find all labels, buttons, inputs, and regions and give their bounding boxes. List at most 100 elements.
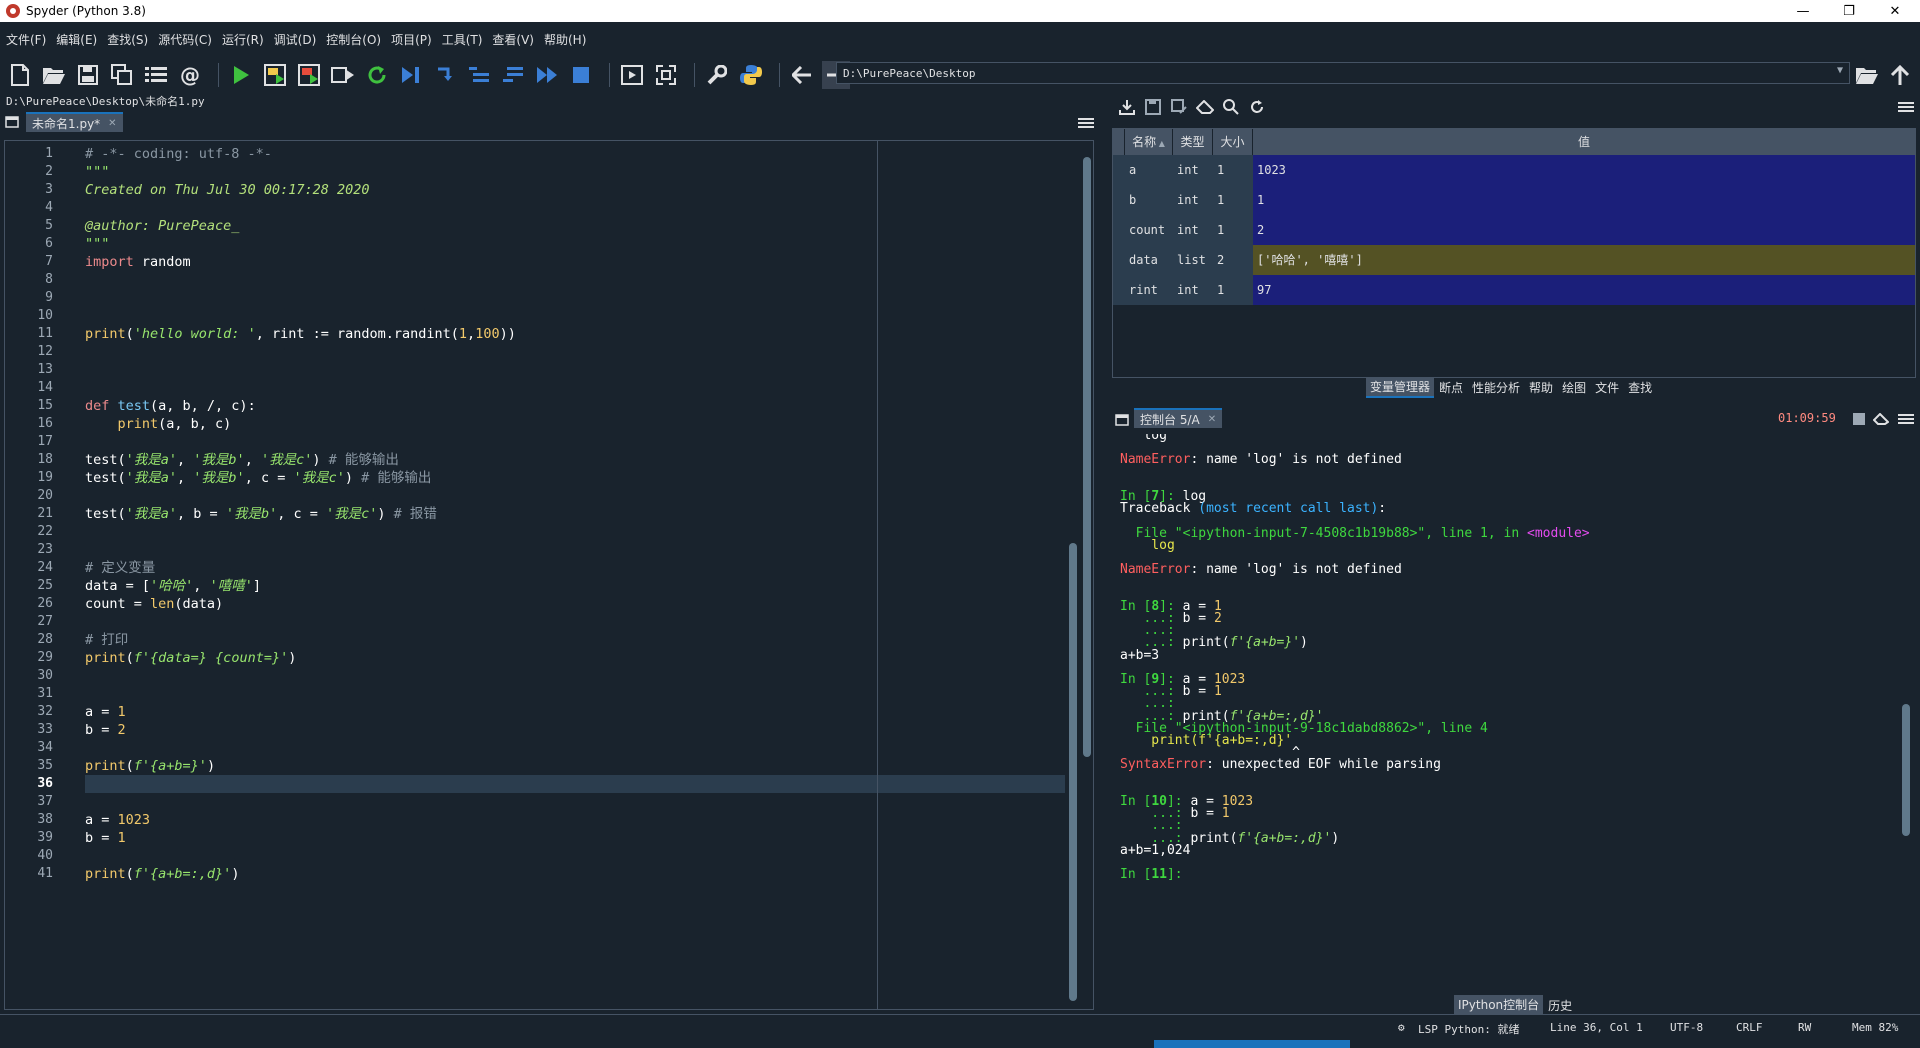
search-icon[interactable] [1220, 96, 1242, 118]
console-options-menu-icon[interactable] [1898, 412, 1914, 426]
preferences-wrench-icon[interactable] [703, 61, 731, 89]
cell-size[interactable]: 1 [1213, 185, 1253, 215]
table-row[interactable]: data list 2 ['哈哈', '嘻嘻'] [1113, 245, 1915, 275]
cell-name[interactable]: data [1125, 245, 1173, 275]
editor-scrollbar-track[interactable] [1067, 141, 1079, 1009]
menu-item[interactable]: 调试(D) [272, 29, 319, 50]
clear-console-icon[interactable] [1872, 410, 1890, 428]
run-cell-advance-icon[interactable] [295, 61, 323, 89]
cell-name[interactable]: count [1125, 215, 1173, 245]
open-file-icon[interactable] [40, 61, 68, 89]
menu-item[interactable]: 帮助(H) [542, 29, 588, 50]
parent-directory-icon[interactable] [1886, 61, 1914, 89]
column-header-value[interactable]: 值 [1253, 129, 1915, 155]
dock-tab[interactable]: 性能分析 [1468, 378, 1524, 397]
browse-console-tabs-icon[interactable] [1114, 410, 1130, 430]
stop-console-icon[interactable] [1850, 410, 1868, 428]
cell-value[interactable]: 1023 [1253, 155, 1915, 185]
cell-value[interactable]: 97 [1253, 275, 1915, 305]
python-path-icon[interactable] [737, 61, 765, 89]
menu-item[interactable]: 文件(F) [4, 29, 48, 50]
column-header-type[interactable]: 类型 [1173, 129, 1213, 155]
at-icon[interactable]: @ [176, 61, 204, 89]
list-icon[interactable] [142, 61, 170, 89]
maximize-button[interactable]: ❐ [1826, 0, 1872, 22]
run-icon[interactable] [227, 61, 255, 89]
console-scrollbar-track[interactable] [1900, 440, 1912, 986]
cell-value[interactable]: 2 [1253, 215, 1915, 245]
console-tab[interactable]: 控制台 5/A ✕ [1134, 408, 1223, 428]
cell-size[interactable]: 1 [1213, 275, 1253, 305]
step-icon[interactable] [431, 61, 459, 89]
new-file-icon[interactable] [6, 61, 34, 89]
code-editor[interactable]: 1 2 3 4 5 6 7 8 9 10 11 12 13 14 15 16 17 18 19 20 21 22 23 24 2… [4, 140, 1094, 1010]
table-row[interactable]: b int 1 1 [1113, 185, 1915, 215]
browse-folder-icon[interactable] [1853, 61, 1881, 89]
browse-tabs-icon[interactable] [4, 112, 20, 132]
cell-type[interactable]: list [1173, 245, 1213, 275]
dock-tab[interactable]: 查找 [1624, 378, 1656, 397]
cell-value[interactable]: ['哈哈', '嘻嘻'] [1253, 245, 1915, 275]
close-button[interactable]: ✕ [1872, 0, 1918, 22]
row-header[interactable] [1113, 185, 1125, 215]
row-header[interactable] [1113, 245, 1125, 275]
console-scrollbar-thumb[interactable] [1902, 704, 1910, 836]
row-header[interactable] [1113, 215, 1125, 245]
cell-value[interactable]: 1 [1253, 185, 1915, 215]
debug-icon[interactable] [397, 61, 425, 89]
continue-icon[interactable] [533, 61, 561, 89]
lsp-status[interactable]: LSP Python: 就绪 [1418, 1021, 1519, 1037]
import-data-icon[interactable] [1116, 96, 1138, 118]
editor-scrollbar-thumb[interactable] [1083, 157, 1091, 757]
menu-item[interactable]: 控制台(O) [324, 29, 383, 50]
rerun-icon[interactable] [363, 61, 391, 89]
back-arrow-icon[interactable] [788, 61, 816, 89]
cell-type[interactable]: int [1173, 275, 1213, 305]
dock-tab[interactable]: 帮助 [1525, 378, 1557, 397]
ipython-console-output[interactable]: log NameError: name 'log' is not defined I… [1112, 434, 1898, 986]
column-header-size[interactable]: 大小 [1213, 129, 1253, 155]
menu-item[interactable]: 源代码(C) [156, 29, 214, 50]
refresh-icon[interactable] [1246, 96, 1268, 118]
dock-tab[interactable]: 绘图 [1558, 378, 1590, 397]
editor-scrollbar-thumb[interactable] [1069, 543, 1077, 1001]
column-header-name[interactable]: 名称 ▲ [1125, 129, 1173, 155]
menu-item[interactable]: 查找(S) [105, 29, 150, 50]
minimize-button[interactable]: — [1780, 0, 1826, 22]
maximize-pane-icon[interactable] [618, 61, 646, 89]
menu-item[interactable]: 查看(V) [490, 29, 536, 50]
row-header[interactable] [1113, 275, 1125, 305]
run-selection-icon[interactable] [329, 61, 357, 89]
cell-size[interactable]: 1 [1213, 155, 1253, 185]
menu-item[interactable]: 项目(P) [389, 29, 434, 50]
menu-item[interactable]: 工具(T) [440, 29, 485, 50]
step-into-icon[interactable] [465, 61, 493, 89]
save-icon[interactable] [74, 61, 102, 89]
variable-explorer-table[interactable]: 名称 ▲ 类型 大小 值 a int 1 1023 b int 1 1 count int 1 2 da… [1112, 128, 1916, 378]
cell-type[interactable]: int [1173, 185, 1213, 215]
cell-size[interactable]: 2 [1213, 245, 1253, 275]
cell-name[interactable]: a [1125, 155, 1173, 185]
run-cell-icon[interactable] [261, 61, 289, 89]
dock-tab[interactable]: 断点 [1435, 378, 1467, 397]
close-tab-icon[interactable]: ✕ [108, 118, 116, 129]
save-data-as-icon[interactable] [1168, 96, 1190, 118]
cell-type[interactable]: int [1173, 215, 1213, 245]
cell-type[interactable]: int [1173, 155, 1213, 185]
close-tab-icon[interactable]: ✕ [1208, 414, 1216, 425]
row-header[interactable] [1113, 155, 1125, 185]
table-row[interactable]: count int 1 2 [1113, 215, 1915, 245]
save-all-icon[interactable] [108, 61, 136, 89]
eraser-icon[interactable] [1194, 96, 1216, 118]
chevron-down-icon[interactable]: ▼ [1837, 65, 1843, 76]
dock-tab[interactable]: IPython控制台 [1454, 994, 1544, 1016]
cell-name[interactable]: b [1125, 185, 1173, 215]
table-row[interactable]: a int 1 1023 [1113, 155, 1915, 185]
save-data-icon[interactable] [1142, 96, 1164, 118]
cell-size[interactable]: 1 [1213, 215, 1253, 245]
fullscreen-icon[interactable] [652, 61, 680, 89]
variable-explorer-options-menu-icon[interactable] [1898, 100, 1914, 114]
dock-tab[interactable]: 变量管理器 [1366, 376, 1435, 398]
dock-tab[interactable]: 历史 [1544, 996, 1576, 1015]
menu-item[interactable]: 运行(R) [220, 29, 266, 50]
